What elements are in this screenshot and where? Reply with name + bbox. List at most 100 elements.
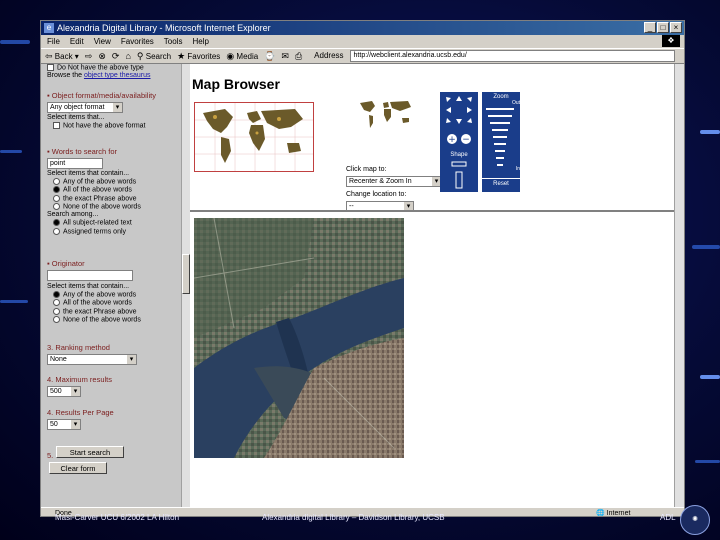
maximize-button[interactable]: □ xyxy=(657,22,669,33)
step-five-label: 5. xyxy=(47,451,54,460)
shape-icon[interactable] xyxy=(440,160,478,194)
radio-selected[interactable] xyxy=(53,219,60,227)
menu-edit[interactable]: Edit xyxy=(70,35,84,48)
star-icon: ★ xyxy=(177,50,186,61)
footer-right: ADL xyxy=(660,513,676,522)
clear-form-button[interactable]: Clear form xyxy=(49,462,107,474)
radio-selected[interactable] xyxy=(53,186,60,194)
back-button[interactable]: ⇦ Back ▾ xyxy=(45,49,79,64)
ranking-select[interactable]: None xyxy=(47,354,137,365)
radio[interactable] xyxy=(53,178,60,185)
start-search-button[interactable]: Start search xyxy=(56,446,124,458)
deco-streak xyxy=(692,245,720,249)
object-format-select[interactable]: Any object format xyxy=(47,102,123,113)
per-page-select[interactable]: 50 xyxy=(47,419,81,430)
menu-file[interactable]: File xyxy=(47,35,60,48)
not-have-type-option[interactable]: Do Not have the above type xyxy=(47,64,151,72)
browser-window: e Alexandria Digital Library - Microsoft… xyxy=(40,20,685,517)
checkbox[interactable] xyxy=(47,64,54,71)
among-option[interactable]: Assigned terms only xyxy=(47,227,141,236)
orig-option-label: the exact Phrase above xyxy=(63,308,137,316)
stop-button[interactable]: ⊗ xyxy=(98,49,106,63)
ranking-heading: 3. Ranking method xyxy=(47,343,110,352)
zoom-in-out-icon[interactable]: + − xyxy=(440,132,478,146)
back-label: Back xyxy=(54,51,73,61)
overview-map-graphic xyxy=(360,101,411,128)
back-arrow-icon: ⇦ xyxy=(45,50,53,61)
not-have-format-label: Not have the above format xyxy=(63,122,146,130)
page-title: Map Browser xyxy=(192,76,280,92)
radio[interactable] xyxy=(53,227,60,235)
reset-button[interactable]: Reset xyxy=(482,178,520,187)
windows-logo-icon: ❖ xyxy=(662,35,680,47)
orig-option[interactable]: the exact Phrase above xyxy=(47,307,141,316)
navigation-panel: + − Shape xyxy=(440,92,478,192)
home-button[interactable]: ⌂ xyxy=(125,49,130,63)
favorites-button[interactable]: ★ Favorites xyxy=(177,49,220,64)
checkbox[interactable] xyxy=(53,122,60,129)
search-button[interactable]: ⚲ Search xyxy=(137,49,171,64)
deco-streak xyxy=(695,460,720,463)
radio-selected[interactable] xyxy=(53,291,60,298)
orig-option[interactable]: None of the above words xyxy=(47,316,141,324)
history-button[interactable]: ⌚ xyxy=(264,49,275,63)
aerial-photo[interactable] xyxy=(194,218,404,458)
menu-bar: File Edit View Favorites Tools Help ❖ xyxy=(41,35,684,49)
object-format-heading: ▪ Object format/media/availability xyxy=(47,91,156,100)
word-option[interactable]: the exact Phrase above xyxy=(47,194,141,203)
orig-option[interactable]: Any of the above words xyxy=(47,291,141,299)
word-option-label: the exact Phrase above xyxy=(63,195,137,203)
aerial-photo-graphic xyxy=(194,218,404,458)
address-input[interactable]: http://webclient.alexandria.ucsb.edu/ xyxy=(349,50,675,62)
menu-tools[interactable]: Tools xyxy=(164,35,183,48)
word-option[interactable]: None of the above words xyxy=(47,203,141,211)
world-map[interactable] xyxy=(194,102,314,172)
minimize-button[interactable]: _ xyxy=(644,22,656,33)
among-option[interactable]: All subject-related text xyxy=(47,219,141,227)
zoom-scale-icon[interactable] xyxy=(482,106,520,170)
originator-input[interactable] xyxy=(47,270,133,281)
scroll-thumb[interactable] xyxy=(182,254,190,294)
zone-label: Internet xyxy=(606,510,631,517)
max-results-heading: 4. Maximum results xyxy=(47,375,113,384)
word-option[interactable]: Any of the above words xyxy=(47,178,141,186)
radio[interactable] xyxy=(53,299,60,307)
address-label: Address xyxy=(314,51,344,60)
map-frame: Map Browser Click map to: Recenter & Zoo… xyxy=(190,64,674,507)
radio[interactable] xyxy=(53,194,60,202)
thesaurus-link[interactable]: object type thesaurus xyxy=(84,72,151,79)
max-results-select[interactable]: 500 xyxy=(47,386,81,397)
menu-help[interactable]: Help xyxy=(192,35,208,48)
zone-text: 🌐 Internet xyxy=(596,510,631,517)
radio[interactable] xyxy=(53,316,60,324)
overview-map[interactable] xyxy=(356,98,416,133)
click-map-label: Click map to: xyxy=(346,166,387,173)
radio[interactable] xyxy=(53,307,60,315)
change-location-label: Change location to: xyxy=(346,191,407,198)
left-scrollbar[interactable] xyxy=(181,64,190,507)
forward-button[interactable]: ⇨ xyxy=(85,49,93,63)
orig-option[interactable]: All of the above words xyxy=(47,299,141,307)
menu-view[interactable]: View xyxy=(94,35,111,48)
radio[interactable] xyxy=(53,203,60,211)
menu-favorites[interactable]: Favorites xyxy=(121,35,154,48)
mail-button[interactable]: ✉ xyxy=(281,49,289,63)
word-option[interactable]: All of the above words xyxy=(47,186,141,194)
orig-option-label: Any of the above words xyxy=(63,291,137,299)
words-input[interactable]: point xyxy=(47,158,103,169)
contain-label: Select items that contain... xyxy=(47,170,130,177)
orig-option-label: None of the above words xyxy=(63,316,141,324)
refresh-button[interactable]: ⟳ xyxy=(112,49,120,63)
not-have-format-option[interactable]: Not have the above format xyxy=(47,122,156,130)
print-button[interactable]: ⎙ xyxy=(295,49,302,63)
deco-streak xyxy=(0,40,30,44)
close-button[interactable]: × xyxy=(670,22,682,33)
click-action-select[interactable]: Recenter & Zoom In xyxy=(346,176,442,187)
footer-left: Masi-Carver UCU 6/2002 LA Hilton xyxy=(55,513,180,522)
browse-prefix: Browse the xyxy=(47,72,84,80)
media-button[interactable]: ◉ Media xyxy=(226,49,258,64)
originator-heading-text: Originator xyxy=(51,259,85,268)
right-scrollbar[interactable] xyxy=(674,64,684,507)
frame-divider xyxy=(190,210,674,212)
words-heading-text: Words to search for xyxy=(51,147,118,156)
